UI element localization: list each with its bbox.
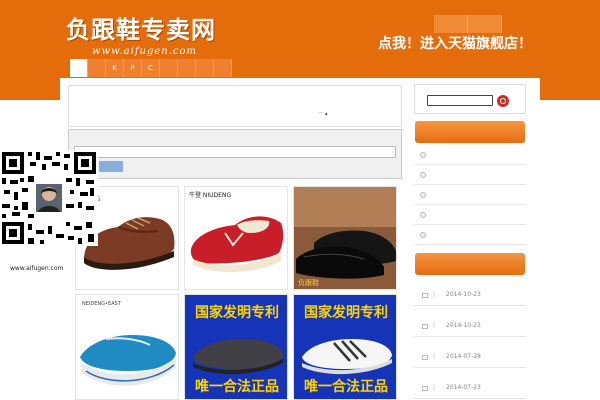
list-item[interactable] bbox=[414, 225, 526, 245]
tmall-store-link[interactable]: 点我！进入天猫旗舰店！ bbox=[378, 33, 532, 53]
sidebar-search bbox=[414, 84, 526, 114]
product-image: 国家发明专利 唯一合法正品 bbox=[294, 295, 396, 399]
list-item[interactable] bbox=[414, 185, 526, 205]
product-image: 国家发明专利 唯一合法正品 bbox=[185, 295, 287, 399]
nav-item[interactable] bbox=[70, 59, 88, 77]
bullet-icon bbox=[420, 232, 426, 238]
product-brand: 负跟鞋 bbox=[298, 278, 319, 287]
news-item[interactable]: | 2014-07-28 bbox=[414, 347, 526, 368]
banner-top-text: 国家发明专利 bbox=[304, 304, 388, 321]
sidebar-news-list: | 2014-10-23 | 2014-10-23 | 2014-07-28 |… bbox=[414, 285, 526, 399]
qr-code-icon bbox=[0, 150, 98, 246]
sidebar-search-input[interactable] bbox=[427, 95, 493, 106]
nav-item[interactable]: K bbox=[106, 59, 124, 77]
product-brand: 牛登 NIUDENG bbox=[189, 191, 231, 199]
bullet-icon bbox=[420, 212, 426, 218]
top-tab[interactable] bbox=[468, 15, 502, 33]
search-icon[interactable] bbox=[497, 95, 509, 107]
product-card[interactable]: 国家发明专利 唯一合法正品 bbox=[293, 294, 397, 400]
news-item[interactable]: | 2014-10-23 bbox=[414, 316, 526, 337]
product-image: 牛登 NIUDENG bbox=[185, 187, 287, 289]
product-card[interactable]: 负跟鞋 bbox=[293, 186, 397, 290]
bullet-icon bbox=[420, 172, 426, 178]
news-date: 2014-07-28 bbox=[446, 353, 481, 360]
main-banner: ·· ▴ bbox=[68, 85, 402, 127]
list-item[interactable] bbox=[414, 205, 526, 225]
news-item[interactable]: | 2014-07-23 bbox=[414, 378, 526, 399]
news-date: 2014-10-23 bbox=[446, 291, 481, 298]
news-date: 2014-07-23 bbox=[446, 384, 481, 391]
main-search-button[interactable] bbox=[99, 161, 123, 172]
product-card[interactable]: NEIDENG•EAST bbox=[75, 294, 179, 400]
sidebar-heading-bar bbox=[415, 121, 525, 143]
product-card[interactable]: 国家发明专利 唯一合法正品 bbox=[184, 294, 288, 400]
news-item[interactable]: | 2014-10-23 bbox=[414, 285, 526, 306]
top-tab[interactable] bbox=[434, 15, 468, 33]
banner-top-text: 国家发明专利 bbox=[195, 304, 279, 321]
nav-item[interactable] bbox=[178, 59, 196, 77]
nav-item[interactable] bbox=[88, 59, 106, 77]
product-image: NEIDENG•EAST bbox=[76, 295, 178, 399]
banner-dots: ·· ▴ bbox=[319, 110, 328, 117]
product-image: 负跟鞋 bbox=[294, 187, 396, 289]
qr-code bbox=[0, 150, 98, 246]
product-brand: NEIDENG•EAST bbox=[82, 301, 122, 307]
sidebar-category-list bbox=[414, 145, 526, 245]
main-nav: K P C bbox=[70, 59, 232, 77]
nav-item[interactable]: C bbox=[142, 59, 160, 77]
main-search-area bbox=[68, 129, 402, 179]
site-url: www.aifugen.com bbox=[92, 46, 198, 57]
nav-item[interactable] bbox=[160, 59, 178, 77]
list-item[interactable] bbox=[414, 145, 526, 165]
site-title: 负跟鞋专卖网 bbox=[66, 15, 216, 44]
thumb-icon bbox=[422, 386, 428, 391]
site-logo[interactable]: 负跟鞋专卖网 www.aifugen.com bbox=[66, 10, 216, 57]
thumb-icon bbox=[422, 324, 428, 329]
banner-bottom-text: 唯一合法正品 bbox=[195, 378, 279, 395]
bullet-icon bbox=[420, 192, 426, 198]
banner-bottom-text: 唯一合法正品 bbox=[304, 378, 388, 395]
top-tabs bbox=[434, 15, 502, 33]
list-item[interactable] bbox=[414, 165, 526, 185]
nav-item[interactable] bbox=[196, 59, 214, 77]
thumb-icon bbox=[422, 293, 428, 298]
qr-caption: www.aifugen.com bbox=[10, 265, 64, 272]
thumb-icon bbox=[422, 355, 428, 360]
bullet-icon bbox=[420, 152, 426, 158]
news-date: 2014-10-23 bbox=[446, 322, 481, 329]
main-search-input[interactable] bbox=[74, 146, 396, 158]
product-card[interactable]: 牛登 NIUDENG bbox=[184, 186, 288, 290]
nav-item[interactable] bbox=[214, 59, 232, 77]
sidebar-news-heading-bar bbox=[415, 253, 525, 275]
nav-item[interactable]: P bbox=[124, 59, 142, 77]
